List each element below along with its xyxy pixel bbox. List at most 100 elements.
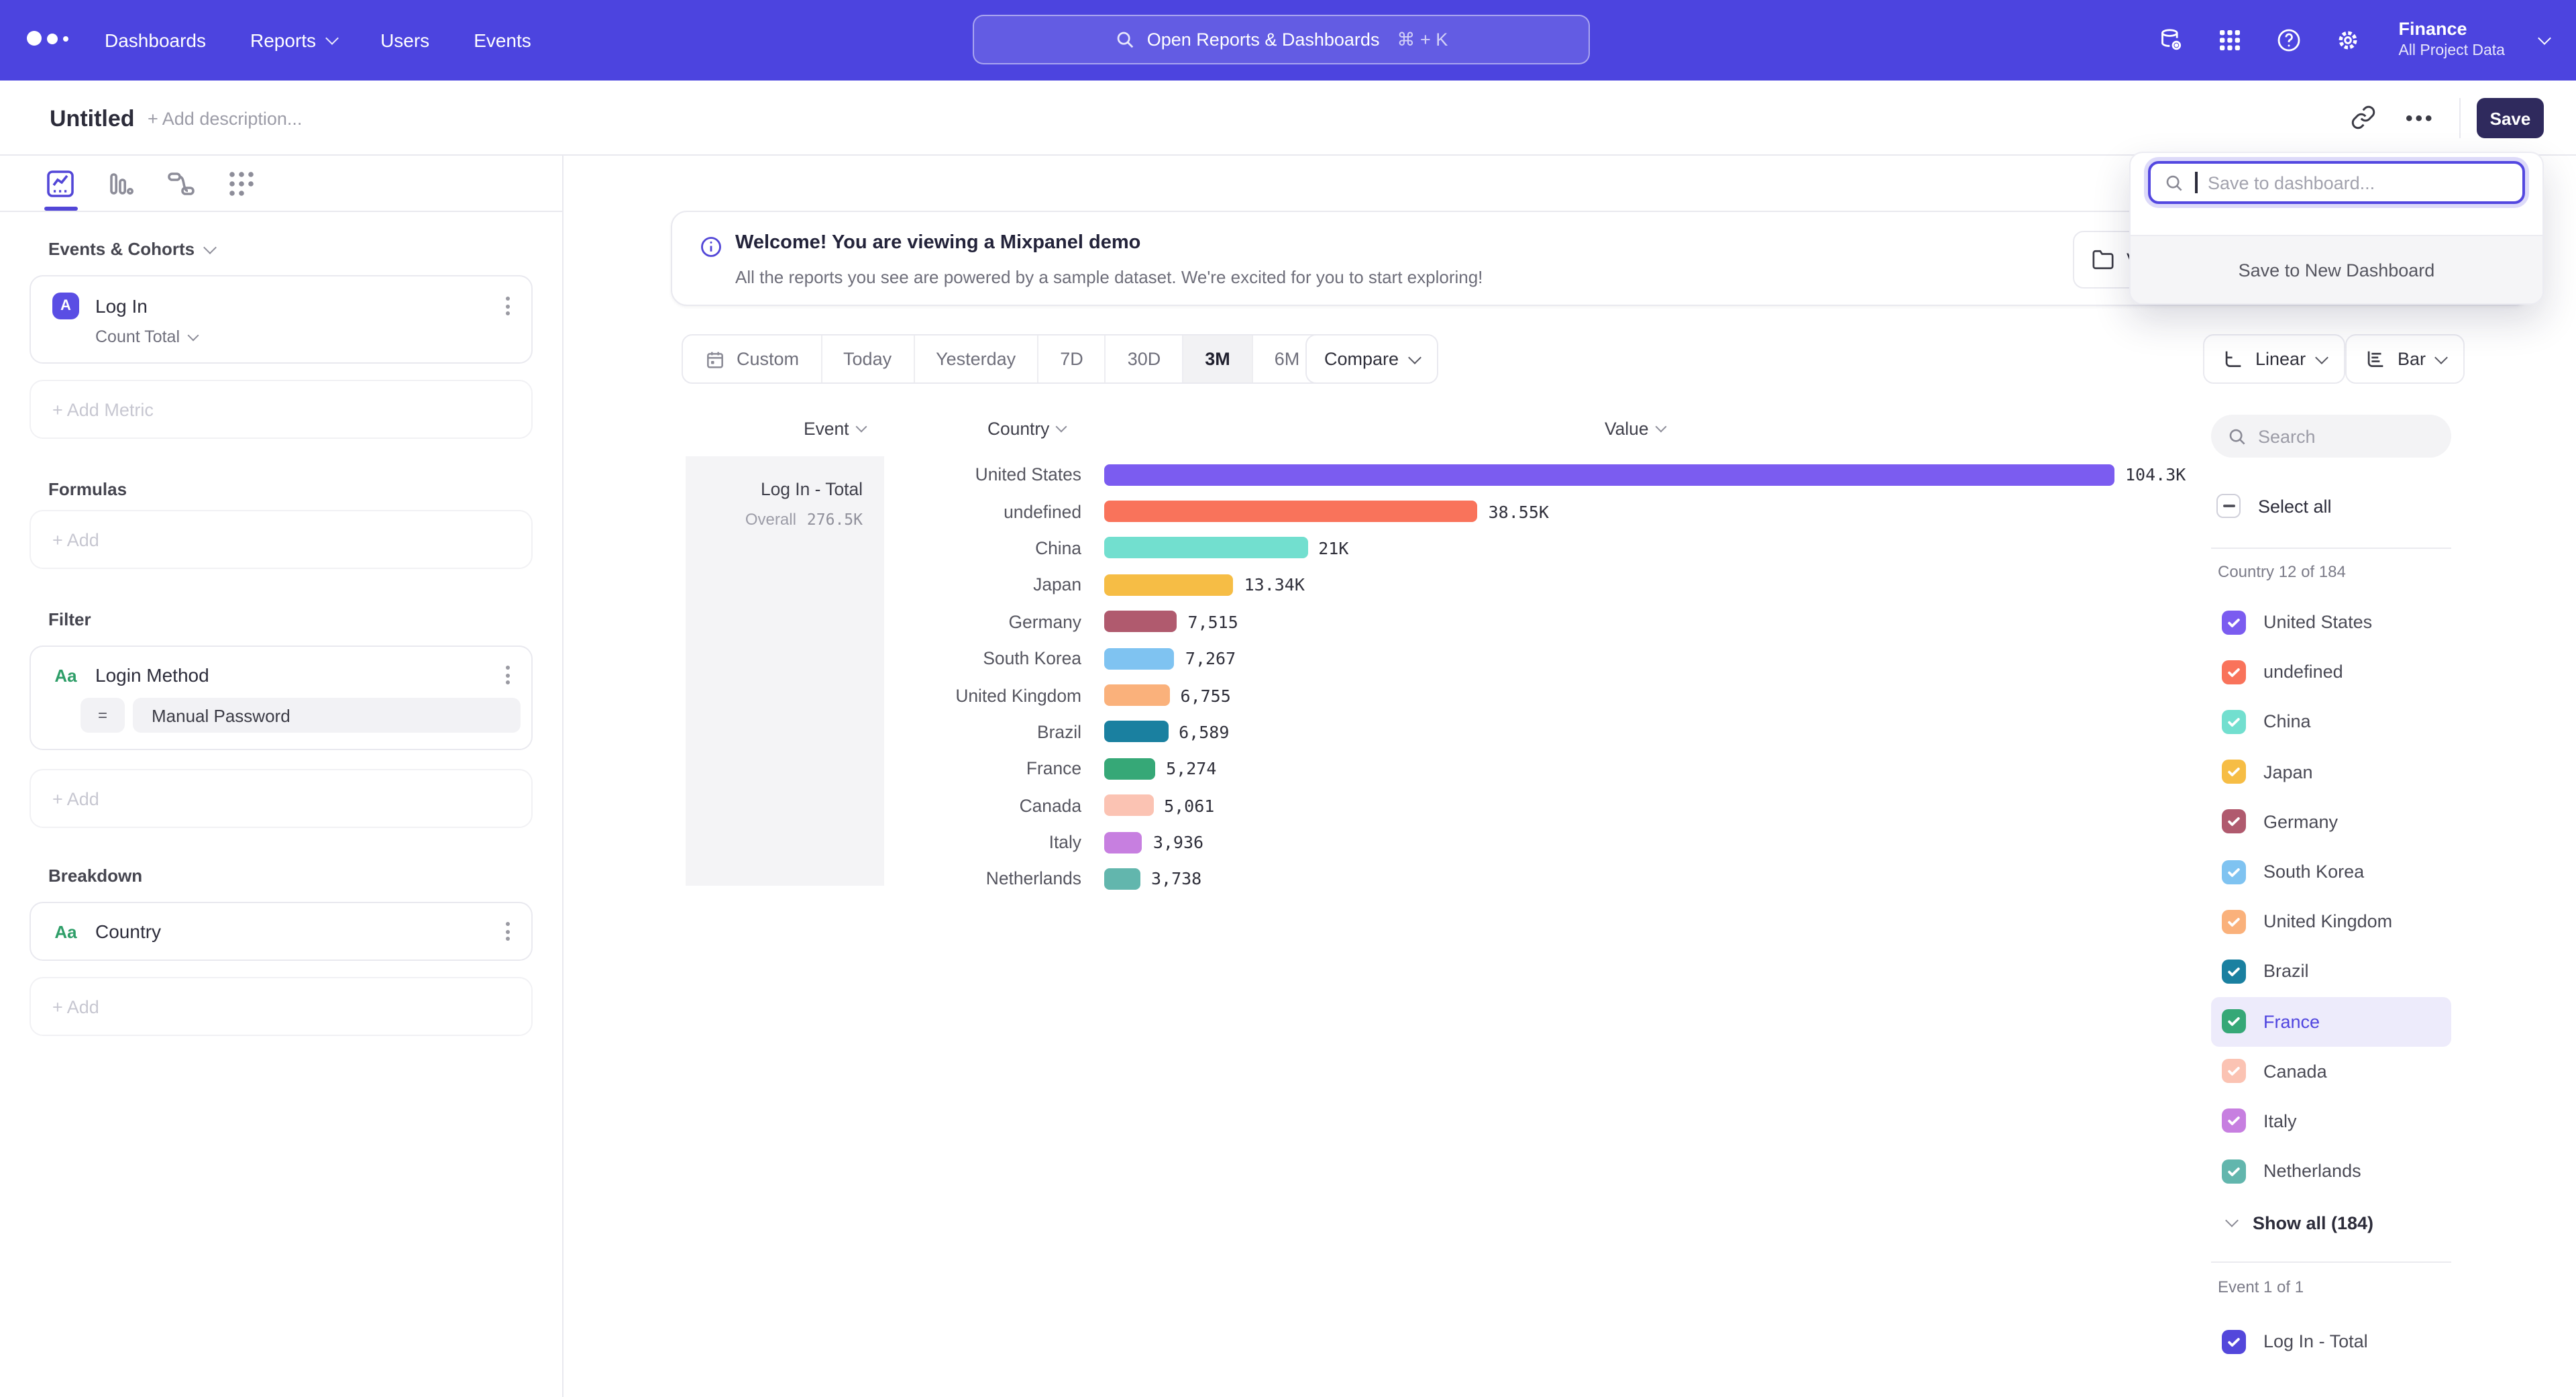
chart-category-label[interactable]: United Kingdom	[884, 685, 1081, 705]
checkbox-checked[interactable]	[2222, 1109, 2246, 1133]
checkbox-indeterminate[interactable]	[2216, 494, 2241, 518]
kebab-menu-icon[interactable]	[503, 294, 513, 318]
checkbox-checked[interactable]	[2222, 909, 2246, 933]
breakdown-card[interactable]: Aa Country	[30, 902, 533, 961]
event-summary-cell[interactable]: Log In - Total Overall276.5K	[686, 456, 884, 886]
more-options-icon[interactable]: •••	[2406, 107, 2435, 130]
filter-country-row[interactable]: Japan	[2211, 747, 2451, 796]
date-range-custom[interactable]: Custom	[683, 335, 822, 382]
nav-item-events[interactable]: Events	[474, 30, 531, 51]
help-icon[interactable]	[2275, 27, 2302, 54]
add-metric-button[interactable]: + Add Metric	[30, 380, 533, 439]
chart-bar[interactable]	[1104, 501, 1478, 522]
tab-retention[interactable]	[225, 167, 258, 199]
settings-gear-icon[interactable]	[2334, 27, 2361, 54]
checkbox-checked[interactable]	[2222, 860, 2246, 884]
filter-card[interactable]: Aa Login Method = Manual Password	[30, 645, 533, 750]
filter-panel-search[interactable]: Search	[2211, 415, 2451, 458]
filter-country-row[interactable]: Germany	[2211, 797, 2451, 847]
chart-category-label[interactable]: Italy	[884, 832, 1081, 852]
show-all-button[interactable]: Show all (184)	[2211, 1198, 2373, 1247]
chart-bar[interactable]	[1104, 574, 1234, 596]
chart-category-label[interactable]: United States	[884, 464, 1081, 484]
checkbox-checked[interactable]	[2222, 760, 2246, 784]
filter-country-row[interactable]: Brazil	[2211, 947, 2451, 996]
chart-category-label[interactable]: China	[884, 538, 1081, 558]
chevron-down-icon[interactable]	[2538, 32, 2551, 45]
chart-category-label[interactable]: Netherlands	[884, 869, 1081, 889]
save-button[interactable]: Save	[2477, 98, 2544, 138]
nav-item-users[interactable]: Users	[380, 30, 429, 51]
date-range-yesterday[interactable]: Yesterday	[914, 335, 1038, 382]
date-range-3m-active[interactable]: 3M	[1183, 335, 1253, 382]
checkbox-checked[interactable]	[2222, 960, 2246, 984]
filter-country-row[interactable]: United Kingdom	[2211, 896, 2451, 946]
date-range-7d[interactable]: 7D	[1038, 335, 1106, 382]
date-range-today[interactable]: Today	[822, 335, 914, 382]
tab-funnels[interactable]	[105, 167, 137, 199]
kebab-menu-icon[interactable]	[503, 919, 513, 943]
nav-item-reports[interactable]: Reports	[250, 30, 336, 51]
filter-value[interactable]: Manual Password	[133, 698, 521, 733]
column-header-value[interactable]: Value	[1605, 419, 1665, 439]
column-header-country[interactable]: Country	[987, 419, 1065, 439]
checkbox-checked[interactable]	[2222, 610, 2246, 634]
tab-insights[interactable]	[44, 167, 76, 199]
filter-country-row[interactable]: Netherlands	[2211, 1146, 2451, 1196]
add-filter-button[interactable]: + Add	[30, 769, 533, 828]
project-selector[interactable]: Finance All Project Data	[2398, 19, 2505, 62]
section-events-cohorts[interactable]: Events & Cohorts	[48, 239, 533, 259]
chart-bar[interactable]	[1104, 611, 1177, 633]
select-all-row[interactable]: Select all	[2216, 494, 2332, 518]
checkbox-checked[interactable]	[2222, 1159, 2246, 1183]
add-formula-button[interactable]: + Add	[30, 510, 533, 569]
checkbox-checked[interactable]	[2222, 1009, 2246, 1033]
breakdown-property-name[interactable]: Country	[95, 921, 161, 942]
compare-button[interactable]: Compare	[1305, 334, 1438, 384]
checkbox-checked[interactable]	[2222, 1329, 2246, 1353]
chart-bar[interactable]	[1104, 721, 1168, 743]
report-title[interactable]: Untitled	[50, 106, 135, 133]
scale-selector[interactable]: Linear	[2203, 334, 2345, 384]
chart-bar[interactable]	[1104, 794, 1153, 816]
checkbox-checked[interactable]	[2222, 710, 2246, 734]
metric-card[interactable]: A Log In Count Total	[30, 275, 533, 364]
date-range-30d[interactable]: 30D	[1106, 335, 1184, 382]
data-management-icon[interactable]	[2157, 27, 2184, 54]
nav-item-dashboards[interactable]: Dashboards	[105, 30, 206, 51]
column-header-event[interactable]: Event	[804, 419, 865, 439]
mixpanel-logo-icon[interactable]	[27, 31, 68, 46]
chart-category-label[interactable]: South Korea	[884, 648, 1081, 668]
checkbox-checked[interactable]	[2222, 810, 2246, 834]
chart-bar[interactable]	[1104, 648, 1175, 669]
filter-country-row[interactable]: undefined	[2211, 647, 2451, 696]
apps-grid-icon[interactable]	[2216, 27, 2243, 54]
filter-operator[interactable]: =	[80, 698, 125, 733]
chart-category-label[interactable]: Canada	[884, 795, 1081, 815]
add-description-button[interactable]: + Add description...	[148, 109, 302, 129]
chart-bar[interactable]	[1104, 831, 1142, 853]
chart-category-label[interactable]: Germany	[884, 612, 1081, 632]
chart-category-label[interactable]: Japan	[884, 575, 1081, 595]
tab-flows[interactable]	[165, 167, 197, 199]
chart-bar[interactable]	[1104, 758, 1155, 780]
filter-country-row[interactable]: France	[2211, 996, 2451, 1046]
chart-category-label[interactable]: France	[884, 759, 1081, 779]
checkbox-checked[interactable]	[2222, 1059, 2246, 1084]
chart-bar[interactable]	[1104, 537, 1307, 559]
filter-country-row[interactable]: South Korea	[2211, 847, 2451, 896]
add-breakdown-button[interactable]: + Add	[30, 977, 533, 1036]
filter-country-row[interactable]: Italy	[2211, 1096, 2451, 1146]
chart-bar[interactable]	[1104, 868, 1140, 890]
chart-bar[interactable]	[1104, 464, 2114, 485]
chart-bar[interactable]	[1104, 684, 1170, 706]
kebab-menu-icon[interactable]	[503, 663, 513, 687]
chart-category-label[interactable]: Brazil	[884, 722, 1081, 742]
filter-country-row[interactable]: China	[2211, 697, 2451, 747]
event-series-row[interactable]: Log In - Total	[2211, 1316, 2451, 1366]
metric-event-name[interactable]: Log In	[95, 295, 148, 317]
copy-link-icon[interactable]	[2351, 105, 2376, 130]
chart-category-label[interactable]: undefined	[884, 501, 1081, 521]
aggregation-selector[interactable]: Count Total	[95, 327, 531, 346]
global-search-button[interactable]: Open Reports & Dashboards ⌘ + K	[973, 15, 1590, 64]
